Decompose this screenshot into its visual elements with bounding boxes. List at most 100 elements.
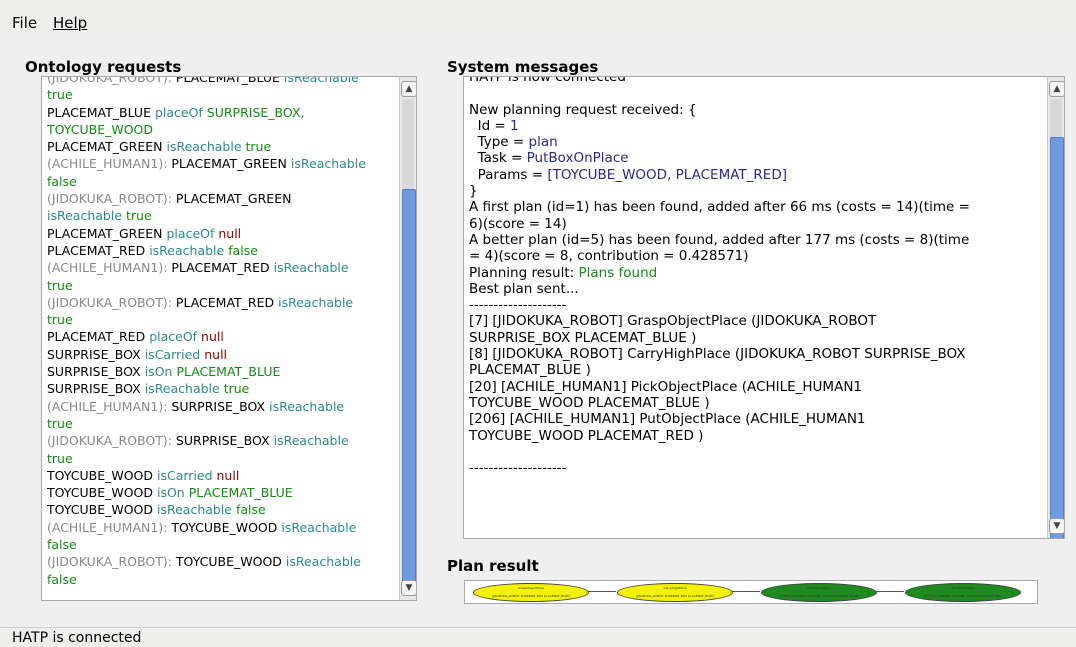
- system-segment: [20] [ACHILE_HUMAN1] PickObjectPlace (AC…: [469, 378, 863, 395]
- ontology-line: (JIDOKUKA_ROBOT): PLACEMAT_BLUE isReacha…: [47, 76, 366, 86]
- system-line: 6)(score = 14): [469, 216, 970, 232]
- ontology-segment: (ACHILE_HUMAN1):: [47, 260, 172, 276]
- ontology-segment: TOYCUBE_WOOD: [171, 519, 282, 535]
- ontology-segment: PLACEMAT_RED: [175, 294, 279, 310]
- ontology-segment: isReachable: [269, 398, 345, 414]
- system-line: = 4)(score = 8, contribution = 0.428571): [469, 248, 970, 264]
- system-messages-text: HATP is now connected New planning reque…: [469, 76, 970, 477]
- ontology-segment: false: [228, 242, 258, 258]
- system-segment: HATP is now connected: [469, 76, 626, 85]
- plan-node[interactable]: PickObjectPlace (ACHILE_HUMAN1 TOYCUBE_WO…: [761, 583, 877, 602]
- system-line: SURPRISE_BOX PLACEMAT_BLUE ): [469, 330, 970, 346]
- system-segment: = 4)(score = 8, contribution = 0.428571): [469, 248, 749, 265]
- ontology-segment: true: [47, 450, 73, 466]
- system-line: Planning result: Plans found: [469, 265, 970, 281]
- ontology-segment: PLACEMAT_BLUE: [176, 364, 281, 380]
- ontology-segment: PLACEMAT_GREEN: [175, 191, 292, 207]
- menu-help[interactable]: Help: [53, 14, 87, 32]
- plan-node-label: PickObjectPlace: [807, 586, 831, 590]
- scroll-thumb[interactable]: [402, 189, 416, 584]
- plan-result-title: Plan result: [447, 557, 539, 575]
- system-scrollbar[interactable]: ▲ ▼: [1047, 77, 1064, 538]
- system-segment: TOYCUBE_WOOD PLACEMAT_RED ): [469, 427, 704, 444]
- plan-node[interactable]: GraspObjectPlace (JIDOKUKA_ROBOT SURPRISE…: [473, 583, 589, 602]
- ontology-line: (JIDOKUKA_ROBOT): TOYCUBE_WOOD isReachab…: [47, 553, 366, 570]
- system-line: Best plan sent...: [469, 281, 970, 297]
- ontology-requests-text: (JIDOKUKA_ROBOT): PLACEMAT_BLUE isReacha…: [47, 76, 366, 588]
- scroll-down-icon[interactable]: ▼: [1049, 518, 1064, 534]
- ontology-segment: isReachable: [156, 502, 236, 518]
- menu-file[interactable]: File: [12, 14, 37, 32]
- ontology-scrollbar[interactable]: ▲ ▼: [399, 77, 416, 600]
- ontology-segment: (ACHILE_HUMAN1):: [47, 156, 172, 172]
- system-segment: Type =: [469, 134, 529, 151]
- ontology-segment: true: [245, 139, 272, 155]
- ontology-segment: (JIDOKUKA_ROBOT):: [47, 294, 176, 310]
- system-segment: 1: [510, 117, 519, 134]
- status-text: HATP is connected: [12, 630, 142, 646]
- ontology-segment: null: [216, 467, 240, 483]
- ontology-segment: isReachable: [149, 242, 229, 258]
- ontology-segment: TOYCUBE_WOOD: [47, 121, 154, 137]
- plan-node[interactable]: PutObjectPlace (ACHILE_HUMAN1 TOYCUBE_WOO…: [905, 583, 1021, 602]
- plan-edge-arrow: [732, 591, 760, 592]
- system-line: TOYCUBE_WOOD PLACEMAT_BLUE ): [469, 395, 970, 411]
- ontology-line: isReachable true: [47, 207, 366, 224]
- system-line: PLACEMAT_BLUE ): [469, 362, 970, 378]
- ontology-segment: isReachable: [47, 208, 126, 224]
- ontology-line: TOYCUBE_WOOD isReachable false: [47, 501, 366, 518]
- system-line: TOYCUBE_WOOD PLACEMAT_RED ): [469, 428, 970, 444]
- ontology-segment: SURPRISE_BOX: [47, 346, 145, 362]
- ontology-segment: isCarried: [144, 346, 205, 362]
- system-line: HATP is now connected: [469, 76, 970, 85]
- ontology-segment: PLACEMAT_BLUE: [175, 76, 284, 85]
- scroll-down-icon[interactable]: ▼: [401, 580, 416, 596]
- ontology-segment: isReachable: [285, 554, 361, 570]
- system-line: [20] [ACHILE_HUMAN1] PickObjectPlace (AC…: [469, 379, 970, 395]
- ontology-line: PLACEMAT_BLUE placeOf SURPRISE_BOX,: [47, 104, 366, 121]
- system-segment: --------------------: [469, 460, 567, 477]
- ontology-segment: placeOf: [166, 225, 219, 241]
- system-segment: 6)(score = 14): [469, 215, 567, 232]
- ontology-segment: false: [47, 537, 77, 553]
- plan-result-graph[interactable]: GraspObjectPlace (JIDOKUKA_ROBOT SURPRISE…: [464, 580, 1038, 604]
- system-segment: --------------------: [469, 297, 567, 314]
- ontology-segment: false: [235, 502, 266, 518]
- ontology-segment: true: [47, 277, 73, 293]
- plan-node-params: (ACHILE_HUMAN1 TOYCUBE_WOOD PLACEMAT_RED…: [923, 594, 1003, 598]
- ontology-segment: (JIDOKUKA_ROBOT):: [47, 191, 176, 207]
- ontology-segment: placeOf: [149, 329, 202, 345]
- system-segment: [206] [ACHILE_HUMAN1] PutObjectPlace (AC…: [469, 411, 866, 428]
- ontology-line: (JIDOKUKA_ROBOT): SURPRISE_BOX isReachab…: [47, 432, 366, 449]
- system-line: Id = 1: [469, 118, 970, 134]
- ontology-segment: SURPRISE_BOX: [47, 364, 145, 380]
- ontology-requests-panel[interactable]: (JIDOKUKA_ROBOT): PLACEMAT_BLUE isReacha…: [41, 76, 417, 601]
- system-segment: Plans found: [578, 264, 658, 281]
- ontology-segment: false: [47, 571, 77, 587]
- ontology-segment: PLACEMAT_BLUE: [188, 485, 293, 501]
- ontology-segment: isCarried: [156, 467, 217, 483]
- plan-node[interactable]: CarryHighPlace (JIDOKUKA_ROBOT SURPRISE_B…: [617, 583, 733, 602]
- system-segment: Planning result:: [469, 264, 579, 281]
- scroll-up-icon[interactable]: ▲: [1049, 81, 1064, 97]
- ontology-line: SURPRISE_BOX isReachable true: [47, 380, 366, 397]
- scroll-up-icon[interactable]: ▲: [401, 81, 416, 97]
- system-segment: }: [469, 183, 478, 200]
- ontology-segment: SURPRISE_BOX: [47, 381, 145, 397]
- system-line: [469, 444, 970, 460]
- menu-bar: File Help: [0, 0, 1076, 36]
- system-line: Task = PutBoxOnPlace: [469, 150, 970, 166]
- system-messages-panel[interactable]: HATP is now connected New planning reque…: [463, 76, 1065, 539]
- system-segment: New planning request received: {: [469, 101, 697, 118]
- ontology-segment: PLACEMAT_RED: [47, 242, 150, 258]
- ontology-line: true: [47, 415, 366, 432]
- ontology-segment: TOYCUBE_WOOD: [175, 554, 286, 570]
- system-line: [7] [JIDOKUKA_ROBOT] GraspObjectPlace (J…: [469, 313, 970, 329]
- plan-edge-arrow: [588, 591, 616, 592]
- ontology-line: PLACEMAT_GREEN isReachable true: [47, 138, 366, 155]
- scroll-thumb[interactable]: [1050, 137, 1064, 538]
- plan-node-params: (JIDOKUKA_ROBOT SURPRISE_BOX PLACEMAT_BL…: [491, 594, 571, 598]
- ontology-line: true: [47, 86, 366, 103]
- system-line: [469, 85, 970, 101]
- ontology-segment: TOYCUBE_WOOD: [47, 485, 157, 501]
